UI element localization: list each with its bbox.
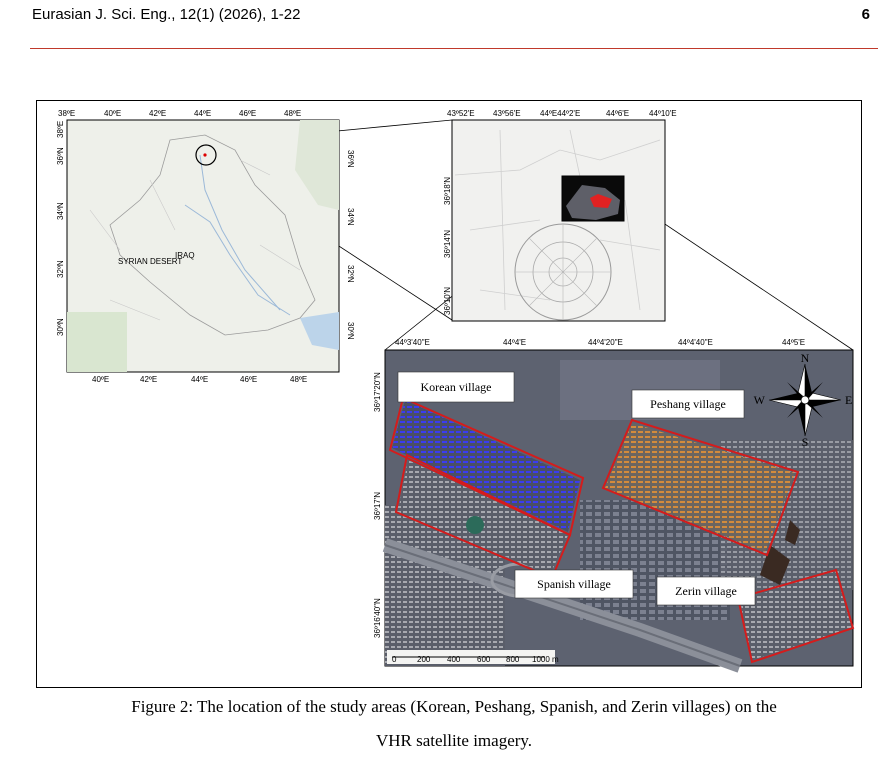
map2-top-tick: 43º56'E: [493, 109, 521, 118]
label-peshang: Peshang village: [631, 389, 745, 419]
map1-right-tick: 36ºN: [346, 150, 355, 168]
map1-left-tick: 30ºN: [56, 318, 65, 336]
scale-bar: 0 200 400 600 800 1000 m: [387, 650, 559, 664]
label-korean-text: Korean village: [421, 380, 492, 394]
map2-left-tick: 36º10'N: [443, 287, 452, 315]
label-spanish-text: Spanish village: [537, 577, 611, 591]
map3-top-tick: 44º4'40"E: [678, 338, 713, 347]
map1-left-tick: 34ºN: [56, 202, 65, 220]
map1-top-tick: 44ºE: [194, 109, 211, 118]
map1-bottom-tick: 44ºE: [191, 375, 208, 384]
scale-tick: 400: [447, 655, 461, 664]
ring-road-spokes: [515, 224, 611, 320]
map3-top-tick: 44º5'E: [782, 338, 805, 347]
map2-left-tick: 36º18'N: [443, 177, 452, 205]
label-zerin: Zerin village: [656, 576, 756, 606]
label-peshang-text: Peshang village: [650, 397, 726, 411]
compass-w: W: [754, 393, 766, 407]
map1-top-tick: 40ºE: [104, 109, 121, 118]
map1-right-tick: 30ºN: [346, 322, 355, 340]
map2-top-tick: 43º52'E: [447, 109, 475, 118]
compass-s: S: [802, 435, 809, 449]
map1-left-tick: 38ºE: [56, 121, 65, 138]
label-korean: Korean village: [397, 371, 515, 403]
map2-top-tick: 44º10'E: [649, 109, 677, 118]
map1-top-tick: 42ºE: [149, 109, 166, 118]
scale-tick: 600: [477, 655, 491, 664]
map1-bottom-tick: 42ºE: [140, 375, 157, 384]
map1-bottom-tick: 40ºE: [92, 375, 109, 384]
compass-e: E: [845, 393, 852, 407]
study-area-dot: [203, 153, 207, 157]
map3-top-tick: 44º4'E: [503, 338, 526, 347]
map1-top-tick: 48ºE: [284, 109, 301, 118]
label-spanish: Spanish village: [514, 569, 634, 599]
scale-tick: 800: [506, 655, 520, 664]
map2-left-tick: 36º14'N: [443, 230, 452, 258]
city-map: 43º52'E 43º56'E 44ºE44º2'E 44º6'E 44º10'…: [443, 109, 677, 322]
place-label-desert: SYRIAN DESERT: [118, 257, 182, 266]
scale-tick: 0: [392, 655, 397, 664]
map3-top-tick: 44º4'20"E: [588, 338, 623, 347]
scale-tick: 200: [417, 655, 431, 664]
map3-top-tick: 44º3'40"E: [395, 338, 430, 347]
caption-line-2: VHR satellite imagery.: [375, 731, 533, 750]
map1-top-tick: 38ºE: [58, 109, 75, 118]
figure-caption: Figure 2: The location of the study area…: [30, 690, 878, 758]
region-map-green-area: [67, 312, 127, 372]
map3-left-tick: 36º16'40"N: [373, 598, 382, 638]
scale-tick: 1000 m: [532, 655, 559, 664]
map3-left-tick: 36º17'20"N: [373, 372, 382, 412]
compass-n: N: [801, 351, 810, 365]
label-zerin-text: Zerin village: [675, 584, 737, 598]
region-map: SYRIAN DESERT IRAQ 38ºE 40ºE 42ºE 44ºE 4…: [56, 109, 355, 384]
figure-graphic: SYRIAN DESERT IRAQ 38ºE 40ºE 42ºE 44ºE 4…: [56, 109, 855, 673]
map2-top-tick: 44ºE44º2'E: [540, 109, 580, 118]
caption-line-1: Figure 2: The location of the study area…: [131, 697, 777, 716]
map1-left-tick: 36ºN: [56, 147, 65, 165]
map3-left-tick: 36º17'N: [373, 492, 382, 520]
spanish-village-park: [466, 516, 484, 534]
map1-right-tick: 32ºN: [346, 265, 355, 283]
map1-bottom-tick: 48ºE: [290, 375, 307, 384]
map1-top-tick: 46ºE: [239, 109, 256, 118]
satellite-map: Korean village Peshang village Spanish v…: [373, 338, 855, 673]
map1-left-tick: 32ºN: [56, 260, 65, 278]
map1-right-tick: 34ºN: [346, 208, 355, 226]
place-label-iraq: IRAQ: [175, 251, 195, 260]
map1-bottom-tick: 46ºE: [240, 375, 257, 384]
map2-top-tick: 44º6'E: [606, 109, 629, 118]
